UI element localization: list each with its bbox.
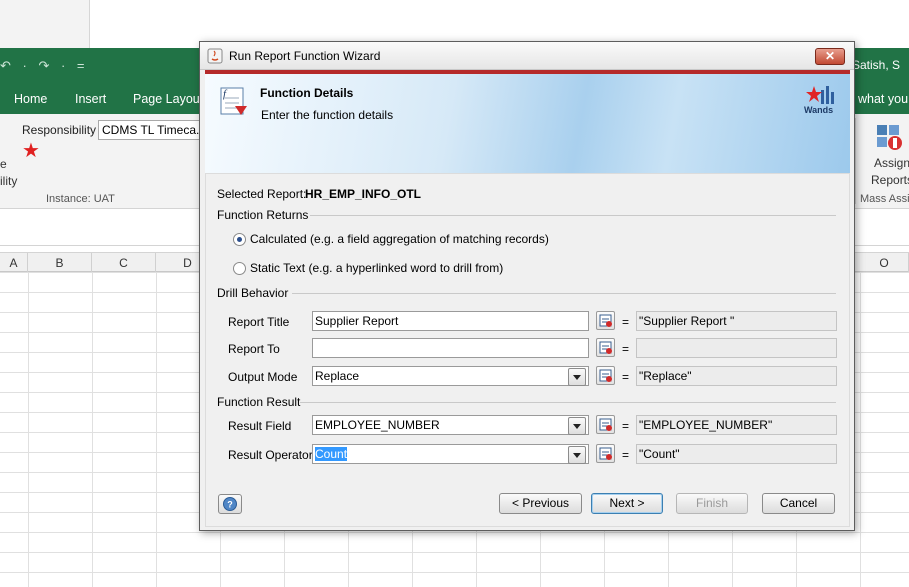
group-label: Mass Assi xyxy=(860,193,909,205)
report-title-result: "Supplier Report " xyxy=(636,311,837,331)
report-title-input[interactable]: Supplier Report xyxy=(312,311,589,331)
function-icon: f xyxy=(220,87,247,115)
selected-report-label: Selected Report: xyxy=(217,187,307,201)
tab-insert[interactable]: Insert xyxy=(75,92,106,106)
column-header-o[interactable]: O xyxy=(860,253,909,273)
section-divider xyxy=(292,293,836,294)
column-header-a[interactable]: A xyxy=(0,253,28,273)
equals-sign: = xyxy=(622,419,630,433)
calculated-radio[interactable] xyxy=(233,233,246,246)
function-result-header: Function Result xyxy=(217,395,301,409)
assign-reports-label[interactable]: Reports xyxy=(871,173,909,187)
chevron-down-icon[interactable] xyxy=(568,417,586,435)
dialog-title: Run Report Function Wizard xyxy=(229,49,381,63)
wizard-body: Selected Report: HR_EMP_INFO_OTL Functio… xyxy=(205,173,850,527)
equals-sign: = xyxy=(622,448,630,462)
result-operator-value: Count xyxy=(315,447,348,461)
result-field-result: "EMPLOYEE_NUMBER" xyxy=(636,415,837,435)
ribbon-label-fragment: ility xyxy=(0,174,18,188)
quick-access-toolbar[interactable]: ↶ · ↷ · = xyxy=(0,58,88,74)
selected-report-value: HR_EMP_INFO_OTL xyxy=(305,187,422,201)
section-divider xyxy=(300,402,836,403)
star-icon[interactable]: ★ xyxy=(22,141,40,161)
expression-builder-icon[interactable] xyxy=(596,415,615,434)
brand-name: Wands xyxy=(804,105,834,115)
responsibility-label: Responsibility xyxy=(22,123,97,137)
java-app-icon xyxy=(207,48,223,64)
previous-button[interactable]: < Previous xyxy=(499,493,582,514)
result-field-select[interactable]: EMPLOYEE_NUMBER xyxy=(312,415,589,435)
drill-behavior-header: Drill Behavior xyxy=(217,286,289,300)
output-mode-result: "Replace" xyxy=(636,366,837,386)
static-text-radio[interactable] xyxy=(233,262,246,275)
result-operator-label: Result Operator xyxy=(228,448,313,462)
ribbon-label-fragment: e xyxy=(0,157,7,171)
expression-builder-icon[interactable] xyxy=(596,444,615,463)
tab-home[interactable]: Home xyxy=(14,92,47,106)
column-header-b[interactable]: B xyxy=(28,253,92,273)
dialog-title-bar[interactable]: Run Report Function Wizard ✕ xyxy=(200,42,854,70)
help-icon: ? xyxy=(223,497,237,511)
equals-sign: = xyxy=(622,315,630,329)
banner-title: Function Details xyxy=(260,86,354,100)
responsibility-select[interactable]: CDMS TL Timeca... xyxy=(98,120,202,140)
cancel-button[interactable]: Cancel xyxy=(762,493,835,514)
tab-page-layout[interactable]: Page Layout xyxy=(133,92,203,106)
instance-label: Instance: UAT xyxy=(46,193,115,205)
output-mode-value: Replace xyxy=(315,369,360,383)
result-operator-result: "Count" xyxy=(636,444,837,464)
expression-builder-icon[interactable] xyxy=(596,338,615,357)
result-field-label: Result Field xyxy=(228,419,292,433)
tell-me-box[interactable]: what you xyxy=(858,92,908,106)
output-mode-select[interactable]: Replace xyxy=(312,366,589,386)
ribbon-divider xyxy=(855,118,856,204)
equals-sign: = xyxy=(622,342,630,356)
help-button[interactable]: ? xyxy=(218,494,242,514)
next-button[interactable]: Next > xyxy=(591,493,663,514)
report-to-input[interactable] xyxy=(312,338,589,358)
report-to-result xyxy=(636,338,837,358)
result-operator-select[interactable]: Count xyxy=(312,444,589,464)
result-field-value: EMPLOYEE_NUMBER xyxy=(315,418,440,432)
column-header-c[interactable]: C xyxy=(92,253,156,273)
equals-sign: = xyxy=(622,370,630,384)
run-report-function-dialog: Run Report Function Wizard ✕ f Function … xyxy=(199,41,855,531)
chevron-down-icon[interactable] xyxy=(568,368,586,386)
expression-builder-icon[interactable] xyxy=(596,311,615,330)
report-to-label: Report To xyxy=(228,342,280,356)
section-divider xyxy=(310,215,836,216)
svg-text:?: ? xyxy=(227,500,233,510)
user-name[interactable]: Satish, S xyxy=(852,58,900,72)
function-returns-header: Function Returns xyxy=(217,208,309,222)
finish-button[interactable]: Finish xyxy=(676,493,748,514)
static-text-option-label[interactable]: Static Text (e.g. a hyperlinked word to … xyxy=(250,261,503,275)
assign-reports-icon[interactable] xyxy=(874,122,904,152)
report-title-label: Report Title xyxy=(228,315,290,329)
chevron-down-icon[interactable] xyxy=(568,446,586,464)
wizard-banner: f Function Details Enter the function de… xyxy=(205,70,850,173)
expression-builder-icon[interactable] xyxy=(596,366,615,385)
close-button[interactable]: ✕ xyxy=(815,48,845,65)
calculated-option-label[interactable]: Calculated (e.g. a field aggregation of … xyxy=(250,232,549,246)
output-mode-label: Output Mode xyxy=(228,370,298,384)
banner-subtitle: Enter the function details xyxy=(261,108,394,122)
assign-reports-label[interactable]: Assign xyxy=(874,156,909,170)
left-panel xyxy=(0,0,90,48)
